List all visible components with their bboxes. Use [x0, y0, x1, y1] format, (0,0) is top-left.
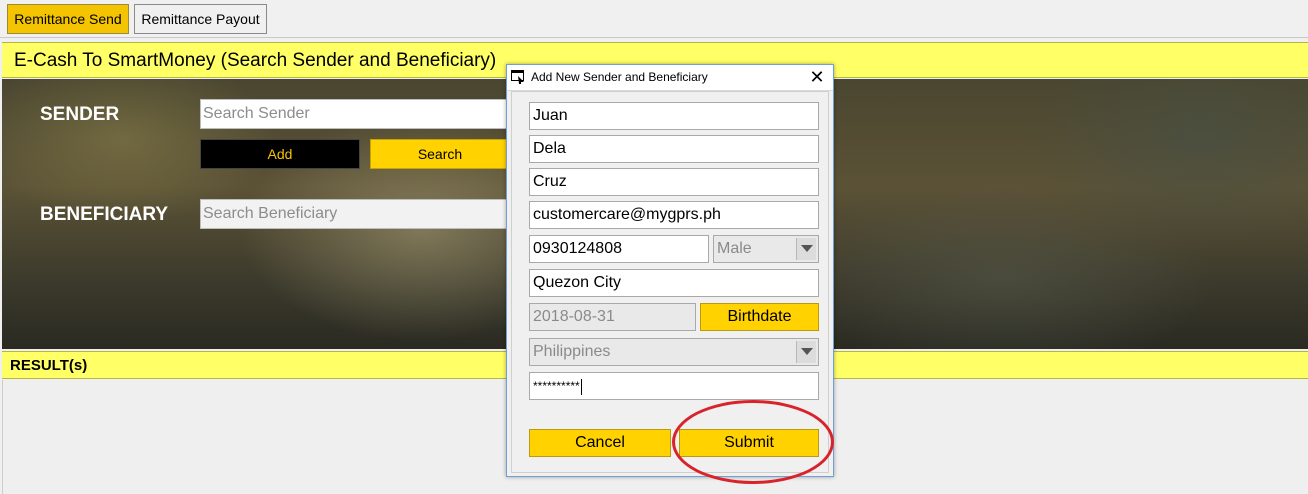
beneficiary-search-input[interactable]: Search Beneficiary [200, 199, 510, 229]
dialog-form: Juan Dela Cruz customercare@mygprs.ph 09… [511, 91, 829, 473]
gender-select[interactable]: Male [713, 235, 819, 263]
search-sender-button[interactable]: Search [370, 139, 510, 169]
gender-value: Male [717, 240, 752, 257]
text-caret [580, 379, 582, 395]
top-tab-bar: Remittance Send Remittance Payout [0, 0, 1308, 38]
password-field[interactable]: ********** [529, 372, 819, 400]
chevron-down-icon[interactable] [796, 341, 816, 363]
remittance-payout-tab[interactable]: Remittance Payout [134, 4, 267, 34]
last-name-field[interactable]: Cruz [529, 168, 819, 196]
birthdate-button[interactable]: Birthdate [700, 303, 819, 331]
email-field[interactable]: customercare@mygprs.ph [529, 201, 819, 229]
submit-button[interactable]: Submit [679, 429, 819, 457]
remittance-send-tab[interactable]: Remittance Send [7, 4, 129, 34]
chevron-down-icon[interactable] [796, 238, 816, 260]
country-value: Philippines [533, 343, 611, 360]
first-name-field[interactable]: Juan [529, 102, 819, 130]
add-sender-button[interactable]: Add [200, 139, 360, 169]
country-select[interactable]: Philippines [529, 338, 819, 366]
birthdate-field: 2018-08-31 [529, 303, 696, 331]
dialog-title: Add New Sender and Beneficiary [531, 70, 708, 84]
sender-search-input[interactable]: Search Sender [200, 99, 510, 129]
cancel-button[interactable]: Cancel [529, 429, 671, 457]
window-icon [511, 70, 524, 84]
middle-name-field[interactable]: Dela [529, 135, 819, 163]
mobile-field[interactable]: 0930124808 [529, 235, 709, 263]
city-field[interactable]: Quezon City [529, 269, 819, 297]
sender-label: SENDER [40, 104, 120, 125]
password-value: ********** [533, 379, 580, 394]
close-icon[interactable]: ✕ [807, 67, 827, 87]
beneficiary-label: BENEFICIARY [40, 204, 169, 225]
add-sender-dialog: Add New Sender and Beneficiary ✕ Juan De… [506, 64, 834, 477]
dialog-title-bar: Add New Sender and Beneficiary ✕ [507, 65, 833, 91]
